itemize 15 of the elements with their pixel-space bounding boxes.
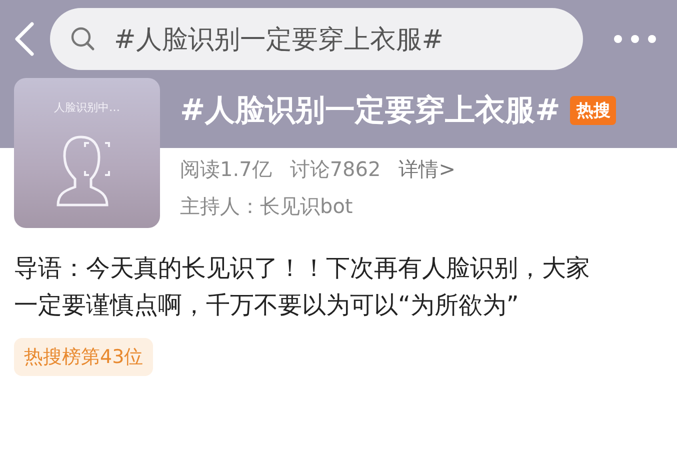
rank-tag[interactable]: 热搜榜第43位 [14,338,154,376]
topic-stat: 阅读1.7亿 [180,156,272,183]
more-icon[interactable] [613,34,657,44]
thumbnail-caption: 人脸识别中… [54,100,120,115]
search-value: #人脸识别一定要穿上衣服# [114,24,444,56]
search-icon [70,26,96,52]
topic-stat: 讨论7862 [290,156,381,183]
hot-badge: 热搜 [570,96,616,124]
intro-text: 导语：今天真的长见识了！！下次再有人脸识别，大家一定要谨慎点啊，千万不要以为可以“为所欲为” [14,253,591,321]
topic-title: #人脸识别一定要穿上衣服# [180,92,560,130]
back-icon[interactable] [12,21,36,57]
details-link[interactable]: 详情> [398,156,456,183]
host-label: 主持人： [180,193,260,220]
host-name[interactable]: 长见识bot [260,193,353,220]
search-field[interactable]: #人脸识别一定要穿上衣服# [50,8,583,70]
